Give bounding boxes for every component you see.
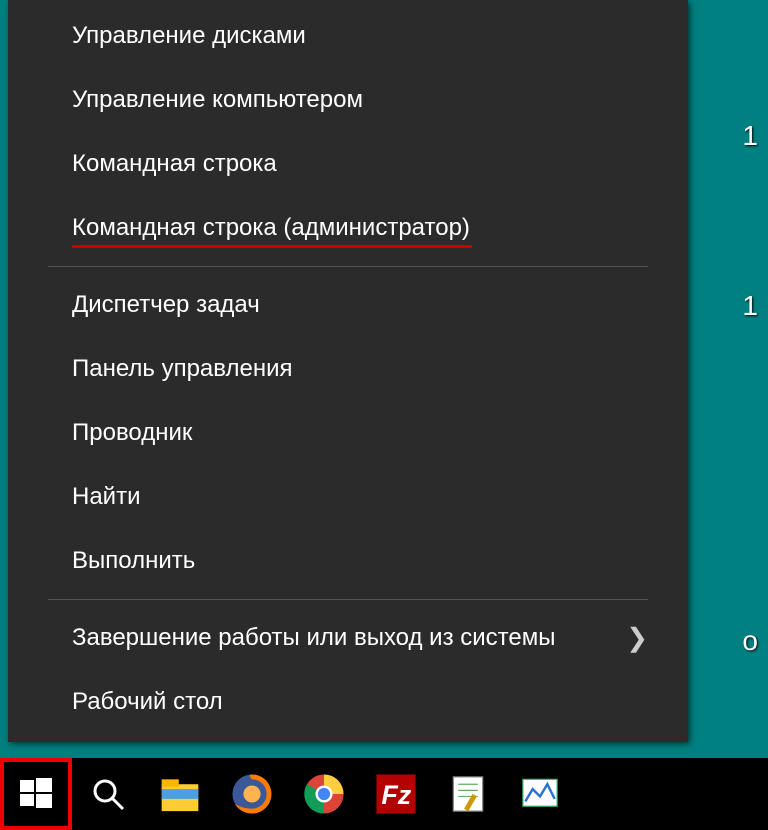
menu-item-desktop[interactable]: Рабочий стол — [8, 670, 688, 734]
menu-item-computer-management[interactable]: Управление компьютером — [8, 68, 688, 132]
windows-logo-icon — [18, 776, 54, 812]
menu-item-run[interactable]: Выполнить — [8, 529, 688, 593]
firefox-icon — [230, 772, 274, 816]
menu-item-label: Найти — [72, 483, 140, 510]
filezilla-button[interactable] — [360, 758, 432, 830]
menu-item-task-manager[interactable]: Диспетчер задач — [8, 273, 688, 337]
chrome-icon — [302, 772, 346, 816]
menu-separator — [48, 266, 648, 267]
notepadpp-button[interactable] — [432, 758, 504, 830]
resource-monitor-icon — [518, 772, 562, 816]
menu-item-label: Проводник — [72, 419, 192, 446]
menu-item-command-prompt[interactable]: Командная строка — [8, 132, 688, 196]
menu-item-control-panel[interactable]: Панель управления — [8, 337, 688, 401]
menu-item-label: Управление дисками — [72, 22, 306, 49]
resource-monitor-button[interactable] — [504, 758, 576, 830]
menu-item-disk-management[interactable]: Управление дисками — [8, 4, 688, 68]
menu-item-label: Командная строка — [72, 150, 277, 177]
search-button[interactable] — [72, 758, 144, 830]
start-button[interactable] — [0, 758, 72, 830]
menu-item-label: Выполнить — [72, 547, 195, 574]
menu-item-label: Диспетчер задач — [72, 291, 260, 318]
menu-item-file-explorer[interactable]: Проводник — [8, 401, 688, 465]
notepadpp-icon — [446, 772, 490, 816]
menu-item-label: Завершение работы или выход из системы — [72, 624, 555, 651]
file-explorer-button[interactable] — [144, 758, 216, 830]
menu-item-label: Рабочий стол — [72, 688, 223, 715]
menu-item-search[interactable]: Найти — [8, 465, 688, 529]
menu-item-shutdown-signout[interactable]: Завершение работы или выход из системы ❯ — [8, 606, 688, 670]
firefox-button[interactable] — [216, 758, 288, 830]
winx-context-menu: Управление дисками Управление компьютером… — [8, 0, 688, 742]
filezilla-icon — [374, 772, 418, 816]
search-icon — [90, 776, 126, 812]
file-explorer-icon — [158, 772, 202, 816]
chrome-button[interactable] — [288, 758, 360, 830]
menu-separator — [48, 599, 648, 600]
chevron-right-icon: ❯ — [626, 623, 648, 654]
menu-item-label: Панель управления — [72, 355, 292, 382]
taskbar — [0, 758, 768, 830]
menu-item-command-prompt-admin[interactable]: Командная строка (администратор) — [8, 196, 688, 260]
menu-item-label: Командная строка (администратор) — [72, 214, 470, 241]
red-underline-annotation — [72, 245, 472, 248]
menu-item-label: Управление компьютером — [72, 86, 363, 113]
